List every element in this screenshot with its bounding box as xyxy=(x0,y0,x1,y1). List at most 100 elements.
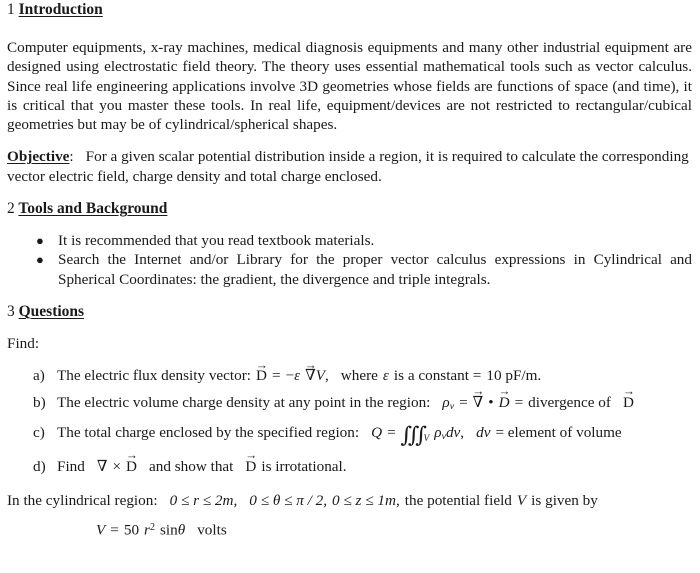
nabla-vector-symbol: → ∇ xyxy=(472,384,485,411)
potential-symbol: V xyxy=(315,367,325,385)
intro-paragraph: Computer equipments, x-ray machines, med… xyxy=(7,39,692,134)
bullet-icon: ● xyxy=(36,252,44,268)
question-tail-text: divergence of xyxy=(528,393,611,411)
region-lead: In the cylindrical region: xyxy=(7,491,158,509)
tools-bullet-list: ● It is recommended that you read textboo… xyxy=(0,231,700,289)
question-tail-pre: where xyxy=(340,367,378,385)
z-condition: 0 ≤ z ≤ 1m xyxy=(332,491,396,509)
vector-d-symbol: → D xyxy=(125,448,138,475)
vector-arrow-icon: → xyxy=(498,384,511,399)
question-tail-text: = element of volume xyxy=(495,424,622,442)
units-label: volts xyxy=(197,521,227,539)
question-item-a: a) The electric flux density vector: → D = −… xyxy=(0,357,700,385)
question-item-c: c) The total charge enclosed by the spec… xyxy=(0,423,700,450)
question-marker: d) xyxy=(33,457,46,475)
question-lead-text: The electric volume charge density at an… xyxy=(57,393,431,411)
nabla-vector-symbol: → ∇ xyxy=(304,357,317,385)
section-heading-tools-and-background: 2 Tools and Background xyxy=(0,199,700,218)
objective-paragraph: Objective: For a given scalar potential d… xyxy=(0,147,700,186)
document-page: 1 Introduction Computer equipments, x-ra… xyxy=(0,0,700,573)
question-lead-text: Find xyxy=(57,457,85,475)
volume-element: dv xyxy=(445,424,461,442)
vector-d-symbol: → D xyxy=(255,357,268,385)
vector-arrow-icon: → xyxy=(245,448,258,463)
question-tail-text: is irrotational. xyxy=(261,457,347,475)
vector-arrow-icon: → xyxy=(472,384,485,399)
section-heading-introduction: 1 Introduction xyxy=(0,0,700,19)
rho-symbol: ρ xyxy=(442,393,450,411)
find-label: Find: xyxy=(7,334,40,352)
vector-arrow-icon: → xyxy=(304,357,317,372)
nabla-symbol: ∇ xyxy=(96,457,108,475)
region-tail-post: is given by xyxy=(531,491,598,509)
section-number: 2 xyxy=(7,200,15,218)
equals-sign: = xyxy=(387,424,396,442)
vector-arrow-icon: → xyxy=(255,357,268,372)
question-tail-value: 10 pF/m. xyxy=(486,367,542,385)
comma: , xyxy=(325,367,329,385)
vector-arrow-icon: → xyxy=(622,384,635,399)
trig-function: sin xyxy=(159,521,178,539)
equals-sign: = xyxy=(110,521,119,539)
equals-sign: = xyxy=(271,367,281,385)
theta-symbol: θ xyxy=(177,521,186,539)
bullet-text: It is recommended that you read textbook… xyxy=(58,232,375,250)
question-item-d: d) Find ∇ × → Dand show that → Dis irrotationa… xyxy=(0,448,700,476)
question-mid-text: and show that xyxy=(149,457,234,475)
vector-d-symbol: → D xyxy=(498,384,511,411)
epsilon-symbol: ε xyxy=(382,367,389,385)
potential-symbol: V xyxy=(96,521,106,539)
list-item: ● Search the Internet and/or Library for … xyxy=(0,250,700,289)
dot-product-operator: • xyxy=(488,393,494,411)
exponent: 2 xyxy=(149,522,155,534)
equals-sign: = xyxy=(459,393,468,411)
bullet-text: Search the Internet and/or Library for t… xyxy=(58,251,692,288)
question-marker: b) xyxy=(33,393,46,411)
r-condition: 0 ≤ r ≤ 2m, xyxy=(169,491,238,509)
minus-sign: − xyxy=(285,367,295,385)
question-lead-text: The electric flux density vector: xyxy=(57,367,251,385)
vector-d-symbol: → D xyxy=(245,448,258,475)
section-number: 3 xyxy=(7,302,15,320)
questions-list: a) The electric flux density vector: → D = −… xyxy=(0,357,700,476)
question-item-b: b) The electric volume charge density at… xyxy=(0,384,700,416)
question-marker: a) xyxy=(33,367,45,385)
epsilon-symbol: ε xyxy=(294,367,301,385)
section-title: Tools and Background xyxy=(18,200,168,218)
region-statement: In the cylindrical region: 0 ≤ r ≤ 2m, 0 ≤… xyxy=(0,491,700,510)
volume-element: dv xyxy=(476,424,491,442)
question-lead-text: The total charge enclosed by the specifi… xyxy=(57,424,360,442)
question-tail-mid: is a constant = xyxy=(393,367,482,385)
region-tail-pre: the potential field xyxy=(404,491,512,509)
vector-d-symbol: → D xyxy=(622,384,635,411)
potential-equation: V = 50 r2 sinθ volts xyxy=(0,518,700,540)
charge-symbol: Q xyxy=(371,424,383,442)
question-marker: c) xyxy=(33,424,45,442)
potential-symbol: V xyxy=(516,491,527,509)
triple-integral-icon: ∭ xyxy=(400,422,427,447)
cross-product-operator: × xyxy=(112,457,122,475)
section-number: 1 xyxy=(7,1,15,18)
equals-sign: = xyxy=(514,393,524,411)
theta-condition: 0 ≤ θ ≤ π / 2, xyxy=(249,491,328,509)
comma: , xyxy=(395,491,400,509)
list-item: ● It is recommended that you read textboo… xyxy=(0,231,700,250)
rho-symbol: ρ xyxy=(434,424,442,442)
coefficient: 50 xyxy=(123,521,140,539)
objective-text: For a given scalar potential distributio… xyxy=(7,148,689,185)
objective-separator: : xyxy=(69,148,74,166)
rho-subscript: v xyxy=(449,400,455,412)
bullet-icon: ● xyxy=(36,233,44,249)
section-title: Introduction xyxy=(18,1,103,18)
objective-label: Objective xyxy=(7,148,70,166)
comma: , xyxy=(460,424,465,442)
